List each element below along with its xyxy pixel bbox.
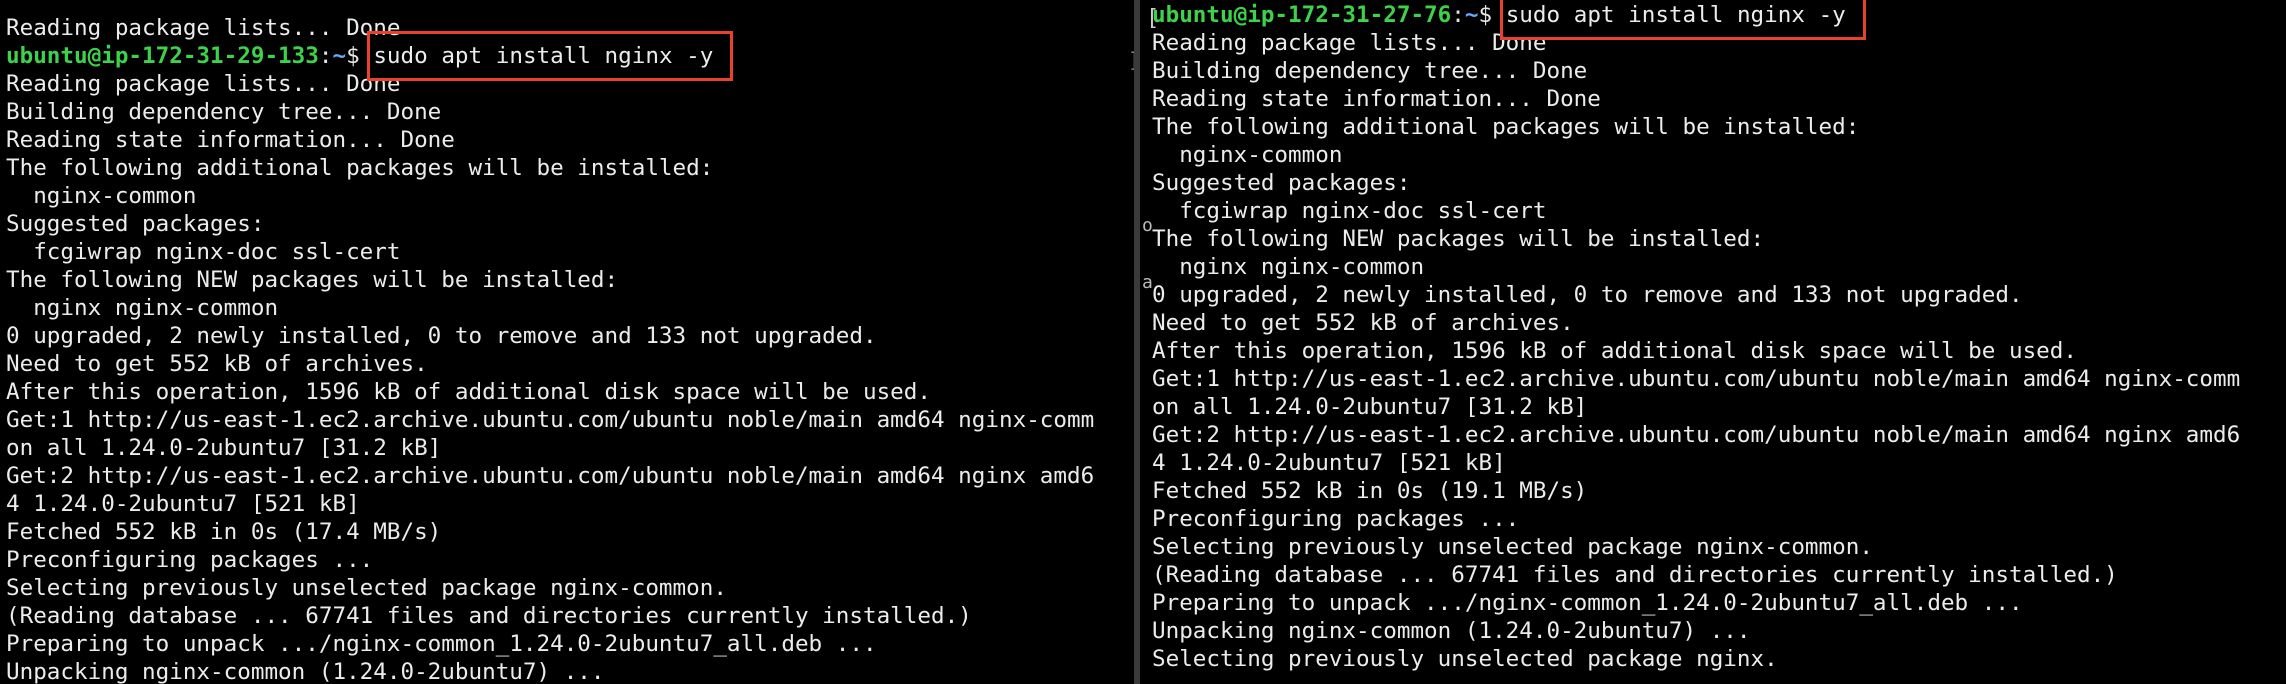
terminal-line: The following NEW packages will be insta… [6,267,619,293]
terminal-line: 0 upgraded, 2 newly installed, 0 to remo… [6,323,877,349]
terminal-line: Get:2 http://us-east-1.ec2.archive.ubunt… [1152,422,2241,448]
prompt-user-host: ubuntu@ip-172-31-27-76 [1152,2,1452,28]
highlighted-command: sudo apt install nginx -y [1499,0,1866,40]
terminal-line: Need to get 552 kB of archives. [6,351,428,377]
terminal-line: on all 1.24.0-2ubuntu7 [31.2 kB] [6,435,442,461]
terminal-line: (Reading database ... 67741 files and di… [6,603,972,629]
terminal-line: on all 1.24.0-2ubuntu7 [31.2 kB] [1152,394,1588,420]
prompt-path: ~ [332,43,347,69]
terminal-line: Get:2 http://us-east-1.ec2.archive.ubunt… [6,463,1095,489]
terminal-line: Selecting previously unselected package … [1152,534,1873,560]
terminal-line: nginx-common [6,183,197,209]
terminal-line: Suggested packages: [6,211,265,237]
terminal-line: The following NEW packages will be insta… [1152,226,1765,252]
terminal-line: Get:1 http://us-east-1.ec2.archive.ubunt… [6,407,1095,433]
prompt-separator: : [1451,2,1465,28]
prompt-path: ~ [1464,2,1479,28]
terminal-output-left: Reading package lists... Done ubuntu@ip-… [6,14,1094,684]
terminal-line: Reading state information... Done [6,127,455,153]
terminal-line: The following additional packages will b… [6,155,714,181]
terminal-output-right: ubuntu@ip-172-31-27-76:~$ sudo apt insta… [1152,0,2240,673]
prompt-separator: : [318,43,333,69]
prompt-bracket: [ [1146,6,1160,31]
terminal-line: Preconfiguring packages ... [1152,506,1520,532]
terminal-line: 0 upgraded, 2 newly installed, 0 to remo… [1152,282,2023,308]
terminal-line: nginx-common [1152,142,1343,168]
terminal-line: fcgiwrap nginx-doc ssl-cert [6,239,401,265]
terminal-line: Unpacking nginx-common (1.24.0-2ubuntu7)… [1152,618,1751,644]
terminal-line: nginx nginx-common [6,295,279,321]
terminal-line: Preparing to unpack .../nginx-common_1.2… [1152,590,2023,616]
terminal-line: Building dependency tree... Done [6,99,442,125]
terminal-line: After this operation, 1596 kB of additio… [1152,338,2077,364]
terminal-line: Unpacking nginx-common (1.24.0-2ubuntu7)… [6,659,605,684]
terminal-pane-right[interactable]: ubuntu@ip-172-31-27-76:~$ sudo apt insta… [1140,0,2286,684]
shell-prompt-line: ubuntu@ip-172-31-27-76:~$ sudo apt insta… [1152,0,2240,40]
shell-prompt-line: ubuntu@ip-172-31-29-133:~$ sudo apt inst… [6,31,1094,81]
terminal-pane-left[interactable]: Reading package lists... Done ubuntu@ip-… [0,0,1134,684]
terminal-line: Preparing to unpack .../nginx-common_1.2… [6,631,877,657]
terminal-line: Selecting previously unselected package … [6,575,727,601]
terminal-line: Suggested packages: [1152,170,1411,196]
terminal-line: Building dependency tree... Done [1152,58,1588,84]
terminal-line: Preconfiguring packages ... [6,547,374,573]
terminal-line: Need to get 552 kB of archives. [1152,310,1574,336]
terminal-line: (Reading database ... 67741 files and di… [1152,562,2118,588]
terminal-line: nginx nginx-common [1152,254,1425,280]
prompt-user-host: ubuntu@ip-172-31-29-133 [6,43,319,69]
terminal-line: 4 1.24.0-2ubuntu7 [521 kB] [6,491,360,517]
terminal-line: Selecting previously unselected package … [1152,646,1778,672]
terminal-line: The following additional packages will b… [1152,114,1860,140]
pane-edge-mark: a [1142,272,1153,293]
terminal-line: After this operation, 1596 kB of additio… [6,379,931,405]
highlighted-command: sudo apt install nginx -y [367,31,734,81]
command-output-left: Reading package lists... Done Building de… [6,70,1094,684]
terminal-line: 4 1.24.0-2ubuntu7 [521 kB] [1152,450,1506,476]
terminal-line: Reading state information... Done [1152,86,1601,112]
terminal-line: Get:1 http://us-east-1.ec2.archive.ubunt… [1152,366,2241,392]
terminal-line: fcgiwrap nginx-doc ssl-cert [1152,198,1547,224]
terminal-line: Fetched 552 kB in 0s (17.4 MB/s) [6,519,442,545]
pane-edge-mark: o [1142,215,1153,236]
command-output-right: Reading package lists... Done Building de… [1152,29,2240,673]
terminal-line: Fetched 552 kB in 0s (19.1 MB/s) [1152,478,1588,504]
